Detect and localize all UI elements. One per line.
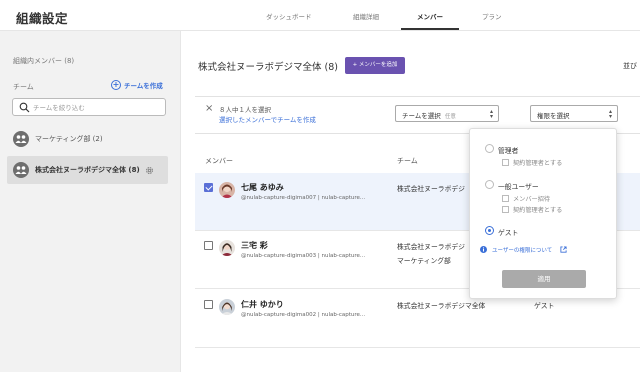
optional-label: 任意: [444, 114, 456, 120]
team-select-label: チームを選択: [402, 112, 441, 120]
member-team: 株式会社ヌーラボデジ: [397, 243, 465, 251]
team-name: マーケティング部 (2): [35, 135, 103, 143]
create-team-from-selection-link[interactable]: 選択したメンバーでチームを作成: [219, 114, 316, 124]
page-title: 株式会社ヌーラボデジマ全体 (8): [198, 62, 338, 73]
member-id: @nulab-capture-digima003 | nulab-capture…: [241, 253, 366, 259]
team-select-dropdown[interactable]: チームを選択 任意 ▴ ▾: [395, 105, 499, 122]
role-option-general-user: 一般ユーザー: [498, 183, 539, 191]
radio-general-user[interactable]: [485, 180, 494, 189]
row-checkbox[interactable]: [204, 183, 213, 192]
role-select-label: 権限を選択: [537, 112, 570, 120]
role-option-guest: ゲスト: [498, 229, 519, 237]
add-member-button[interactable]: + メンバーを追加: [345, 57, 405, 74]
column-header-team: チーム: [397, 157, 418, 165]
checkbox-contract-admin[interactable]: [502, 159, 509, 166]
about-roles-link[interactable]: ユーザーの権限について: [492, 246, 552, 254]
member-name: 七尾 あゆみ: [241, 183, 284, 192]
row-checkbox[interactable]: [204, 300, 213, 309]
selection-count: ８人中１人を選択: [219, 106, 271, 114]
clear-selection-icon[interactable]: ×: [205, 103, 213, 114]
member-id: @nulab-capture-digima002 | nulab-capture…: [241, 312, 366, 318]
member-id: @nulab-capture-digima007 | nulab-capture…: [241, 195, 366, 201]
avatar: [219, 240, 235, 256]
avatar: [219, 299, 235, 315]
plus-icon: +: [111, 80, 121, 90]
team-search-box[interactable]: [12, 98, 166, 116]
team-avatar-icon: [13, 131, 29, 147]
contract-admin-label: 契約管理者とする: [513, 160, 563, 167]
member-name: 仁井 ゆかり: [241, 300, 284, 309]
sort-label[interactable]: 並び: [623, 61, 637, 71]
role-option-admin: 管理者: [498, 147, 519, 155]
member-team-secondary: マーケティング部: [397, 257, 451, 265]
apply-button[interactable]: 適用: [502, 270, 586, 288]
checkbox-member-invite[interactable]: [502, 195, 509, 202]
search-icon: [19, 102, 30, 113]
member-invite-label: メンバー招待: [513, 196, 551, 203]
column-header-member: メンバー: [205, 157, 233, 165]
create-team-button[interactable]: + チームを作成: [111, 80, 163, 90]
member-team: 株式会社ヌーラボデジマ全体: [397, 302, 486, 310]
radio-admin[interactable]: [485, 144, 494, 153]
member-name: 三宅 彩: [241, 241, 268, 250]
external-link-icon[interactable]: [560, 246, 567, 253]
chevron-updown-icon: ▴ ▾: [489, 108, 493, 120]
chevron-updown-icon: ▴ ▾: [608, 108, 612, 120]
team-search-input[interactable]: [33, 101, 161, 114]
team-section-label: チーム: [13, 83, 34, 91]
info-icon: [480, 246, 487, 253]
checkbox-contract-admin-2[interactable]: [502, 206, 509, 213]
app-title: 組織設定: [16, 11, 69, 26]
tab-dashboard[interactable]: ダッシュボード: [266, 11, 312, 21]
role-select-dropdown[interactable]: 権限を選択 ▴ ▾: [530, 105, 618, 122]
radio-guest[interactable]: [485, 226, 494, 235]
top-header: 組織設定 ダッシュボード 組織詳細 メンバー プラン: [0, 0, 640, 31]
create-team-label: チームを作成: [124, 82, 163, 90]
table-bottom-divider: [195, 347, 640, 348]
tab-members[interactable]: メンバー: [417, 11, 443, 21]
gear-icon[interactable]: [145, 166, 154, 175]
tab-org-details[interactable]: 組織詳細: [353, 11, 379, 21]
team-name: 株式会社ヌーラボデジマ全体 (8): [35, 166, 140, 174]
tab-plan[interactable]: プラン: [482, 11, 502, 21]
sidebar-item-team-all[interactable]: 株式会社ヌーラボデジマ全体 (8): [7, 156, 168, 184]
sidebar-item-team-marketing[interactable]: マーケティング部 (2): [7, 125, 168, 153]
avatar: [219, 182, 235, 198]
contract-admin-label-2: 契約管理者とする: [513, 207, 563, 214]
org-members-link[interactable]: 組織内メンバー (8): [13, 56, 74, 66]
row-checkbox[interactable]: [204, 241, 213, 250]
active-tab-indicator: [401, 28, 459, 30]
team-avatar-icon: [13, 162, 29, 178]
member-team: 株式会社ヌーラボデジ: [397, 185, 465, 193]
member-role: ゲスト: [534, 302, 555, 310]
